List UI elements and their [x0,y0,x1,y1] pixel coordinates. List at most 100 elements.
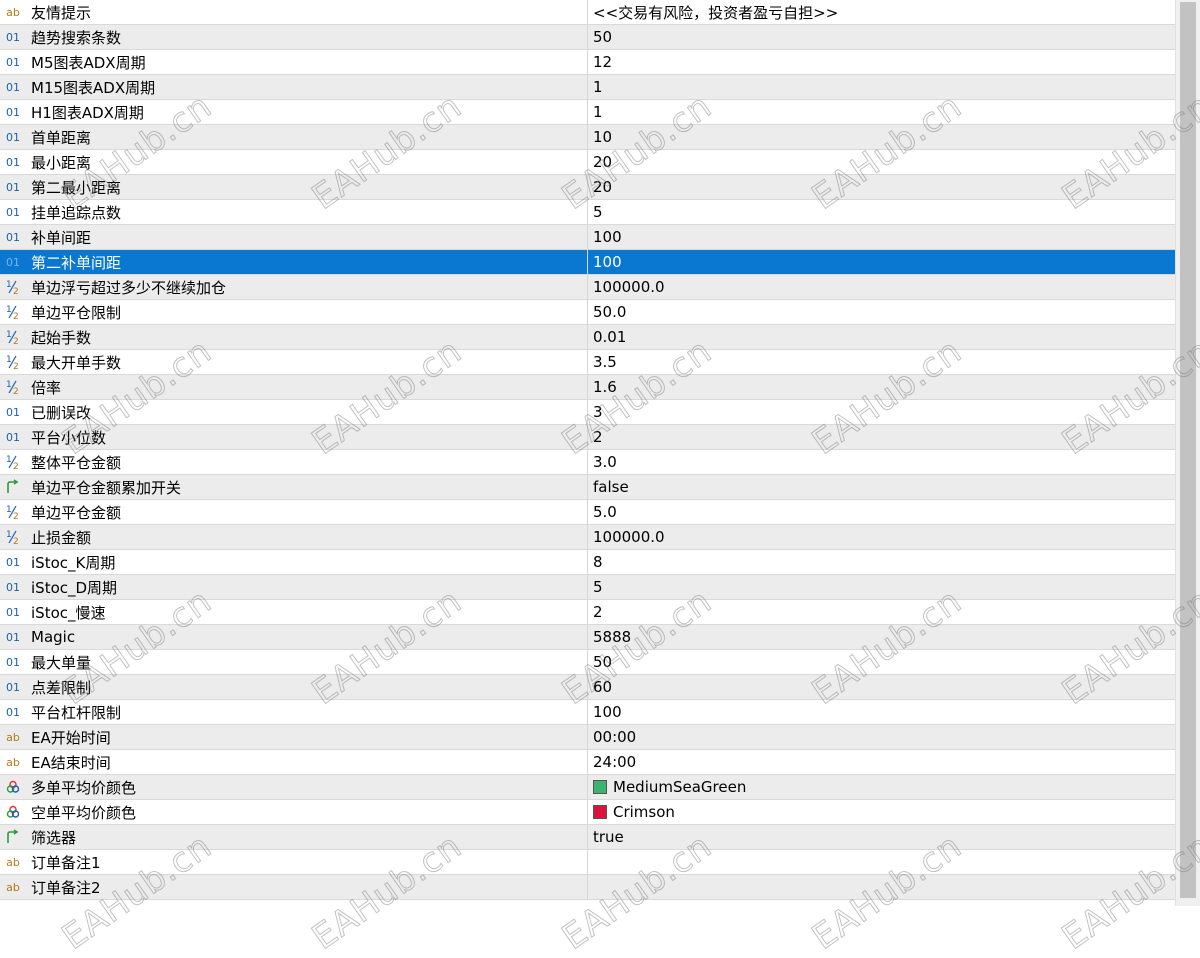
parameter-value-cell[interactable]: 20 [588,175,1175,199]
parameter-name-cell[interactable]: 筛选器 [0,825,588,849]
parameter-row[interactable]: 多单平均价颜色 MediumSeaGreen [0,775,1175,800]
parameter-row[interactable]: 01 iStoc_D周期 5 [0,575,1175,600]
parameter-row[interactable]: 01 已删误改 3 [0,400,1175,425]
parameter-value-cell[interactable]: 1 [588,100,1175,124]
parameter-name-cell[interactable]: 1 2 整体平仓金额 [0,450,588,474]
parameter-row[interactable]: ab 友情提示 <<交易有风险，投资者盈亏自担>> [0,0,1175,25]
parameter-row[interactable]: 01 iStoc_K周期 8 [0,550,1175,575]
parameter-row[interactable]: 1 2 倍率 1.6 [0,375,1175,400]
parameter-row[interactable]: 1 2 最大开单手数 3.5 [0,350,1175,375]
parameter-value-cell[interactable]: 3.5 [588,350,1175,374]
parameter-value-cell[interactable]: 100000.0 [588,275,1175,299]
parameter-value-cell[interactable]: true [588,825,1175,849]
parameter-value-cell[interactable]: 100000.0 [588,525,1175,549]
scrollbar-thumb[interactable] [1180,2,1196,898]
parameter-value-cell[interactable]: 10 [588,125,1175,149]
parameter-row[interactable]: 1 2 起始手数 0.01 [0,325,1175,350]
parameter-name-cell[interactable]: 01 最大单量 [0,650,588,674]
parameter-name-cell[interactable]: 01 iStoc_D周期 [0,575,588,599]
parameter-value-cell[interactable]: 2 [588,600,1175,624]
parameter-row[interactable]: 01 iStoc_慢速 2 [0,600,1175,625]
parameter-value-cell[interactable]: 24:00 [588,750,1175,774]
parameter-value-cell[interactable]: 1.6 [588,375,1175,399]
parameter-value-cell[interactable]: 60 [588,675,1175,699]
parameter-value-cell[interactable]: 50.0 [588,300,1175,324]
parameter-value-cell[interactable] [588,875,1175,899]
parameter-name-cell[interactable]: 01 已删误改 [0,400,588,424]
parameter-value-cell[interactable] [588,850,1175,874]
parameter-name-cell[interactable]: 空单平均价颜色 [0,800,588,824]
parameter-value-cell[interactable]: 20 [588,150,1175,174]
parameter-name-cell[interactable]: 01 最小距离 [0,150,588,174]
parameter-name-cell[interactable]: 1 2 倍率 [0,375,588,399]
parameter-row[interactable]: ab EA结束时间 24:00 [0,750,1175,775]
parameter-row[interactable]: 1 2 单边平仓金额 5.0 [0,500,1175,525]
parameter-row[interactable]: ab 订单备注2 [0,875,1175,900]
parameter-name-cell[interactable]: 01 平台小位数 [0,425,588,449]
parameter-row[interactable]: ab EA开始时间 00:00 [0,725,1175,750]
parameter-value-cell[interactable]: 5 [588,200,1175,224]
parameter-row[interactable]: 1 2 整体平仓金额 3.0 [0,450,1175,475]
parameter-row[interactable]: 1 2 单边平仓限制 50.0 [0,300,1175,325]
parameter-row[interactable]: 01 挂单追踪点数 5 [0,200,1175,225]
parameter-value-cell[interactable]: 5.0 [588,500,1175,524]
parameter-value-cell[interactable]: 12 [588,50,1175,74]
parameter-row[interactable]: 单边平仓金额累加开关 false [0,475,1175,500]
parameter-name-cell[interactable]: 01 挂单追踪点数 [0,200,588,224]
parameter-name-cell[interactable]: 1 2 止损金额 [0,525,588,549]
parameter-name-cell[interactable]: 01 H1图表ADX周期 [0,100,588,124]
parameter-name-cell[interactable]: ab 友情提示 [0,0,588,24]
parameter-row[interactable]: 01 第二最小距离 20 [0,175,1175,200]
parameter-name-cell[interactable]: 01 第二补单间距 [0,250,588,274]
parameter-name-cell[interactable]: 01 Magic [0,625,588,649]
parameter-name-cell[interactable]: 多单平均价颜色 [0,775,588,799]
parameter-value-cell[interactable]: 8 [588,550,1175,574]
parameter-row[interactable]: 01 补单间距 100 [0,225,1175,250]
parameter-name-cell[interactable]: ab 订单备注1 [0,850,588,874]
parameter-name-cell[interactable]: 01 补单间距 [0,225,588,249]
parameter-row[interactable]: ab 订单备注1 [0,850,1175,875]
parameter-row[interactable]: 01 平台杠杆限制 100 [0,700,1175,725]
parameter-name-cell[interactable]: 01 趋势搜索条数 [0,25,588,49]
parameter-name-cell[interactable]: ab EA开始时间 [0,725,588,749]
parameter-row[interactable]: 01 H1图表ADX周期 1 [0,100,1175,125]
parameter-row[interactable]: 01 最大单量 50 [0,650,1175,675]
parameter-name-cell[interactable]: 01 M15图表ADX周期 [0,75,588,99]
parameter-row[interactable]: 筛选器 true [0,825,1175,850]
parameter-name-cell[interactable]: 01 iStoc_K周期 [0,550,588,574]
parameter-value-cell[interactable]: 100 [588,225,1175,249]
parameter-row[interactable]: 01 点差限制 60 [0,675,1175,700]
parameter-value-cell[interactable]: 0.01 [588,325,1175,349]
parameter-name-cell[interactable]: 01 iStoc_慢速 [0,600,588,624]
parameter-value-cell[interactable]: 00:00 [588,725,1175,749]
parameter-name-cell[interactable]: 01 平台杠杆限制 [0,700,588,724]
parameter-name-cell[interactable]: 01 M5图表ADX周期 [0,50,588,74]
parameter-value-cell[interactable]: 100 [588,250,1175,274]
parameter-name-cell[interactable]: 1 2 单边浮亏超过多少不继续加仓 [0,275,588,299]
parameter-name-cell[interactable]: 01 第二最小距离 [0,175,588,199]
parameter-name-cell[interactable]: 1 2 起始手数 [0,325,588,349]
parameter-value-cell[interactable]: 5 [588,575,1175,599]
parameter-value-cell[interactable]: 2 [588,425,1175,449]
parameter-row[interactable]: 01 趋势搜索条数 50 [0,25,1175,50]
parameter-value-cell[interactable]: 50 [588,25,1175,49]
parameter-row[interactable]: 1 2 止损金额 100000.0 [0,525,1175,550]
parameter-name-cell[interactable]: ab EA结束时间 [0,750,588,774]
parameter-value-cell[interactable]: 1 [588,75,1175,99]
parameter-value-cell[interactable]: 3 [588,400,1175,424]
vertical-scrollbar[interactable] [1175,0,1200,906]
parameter-value-cell[interactable]: 100 [588,700,1175,724]
parameter-value-cell[interactable]: false [588,475,1175,499]
parameter-row[interactable]: 01 Magic 5888 [0,625,1175,650]
parameter-row[interactable]: 01 第二补单间距 100 [0,250,1175,275]
parameter-value-cell[interactable]: 3.0 [588,450,1175,474]
parameter-name-cell[interactable]: 1 2 最大开单手数 [0,350,588,374]
parameter-value-cell[interactable]: <<交易有风险，投资者盈亏自担>> [588,0,1175,24]
parameter-row[interactable]: 01 首单距离 10 [0,125,1175,150]
parameter-name-cell[interactable]: 1 2 单边平仓限制 [0,300,588,324]
parameter-value-cell[interactable]: 5888 [588,625,1175,649]
parameter-row[interactable]: 01 平台小位数 2 [0,425,1175,450]
parameter-value-cell[interactable]: MediumSeaGreen [588,775,1175,799]
parameter-name-cell[interactable]: 01 首单距离 [0,125,588,149]
parameter-row[interactable]: 01 最小距离 20 [0,150,1175,175]
